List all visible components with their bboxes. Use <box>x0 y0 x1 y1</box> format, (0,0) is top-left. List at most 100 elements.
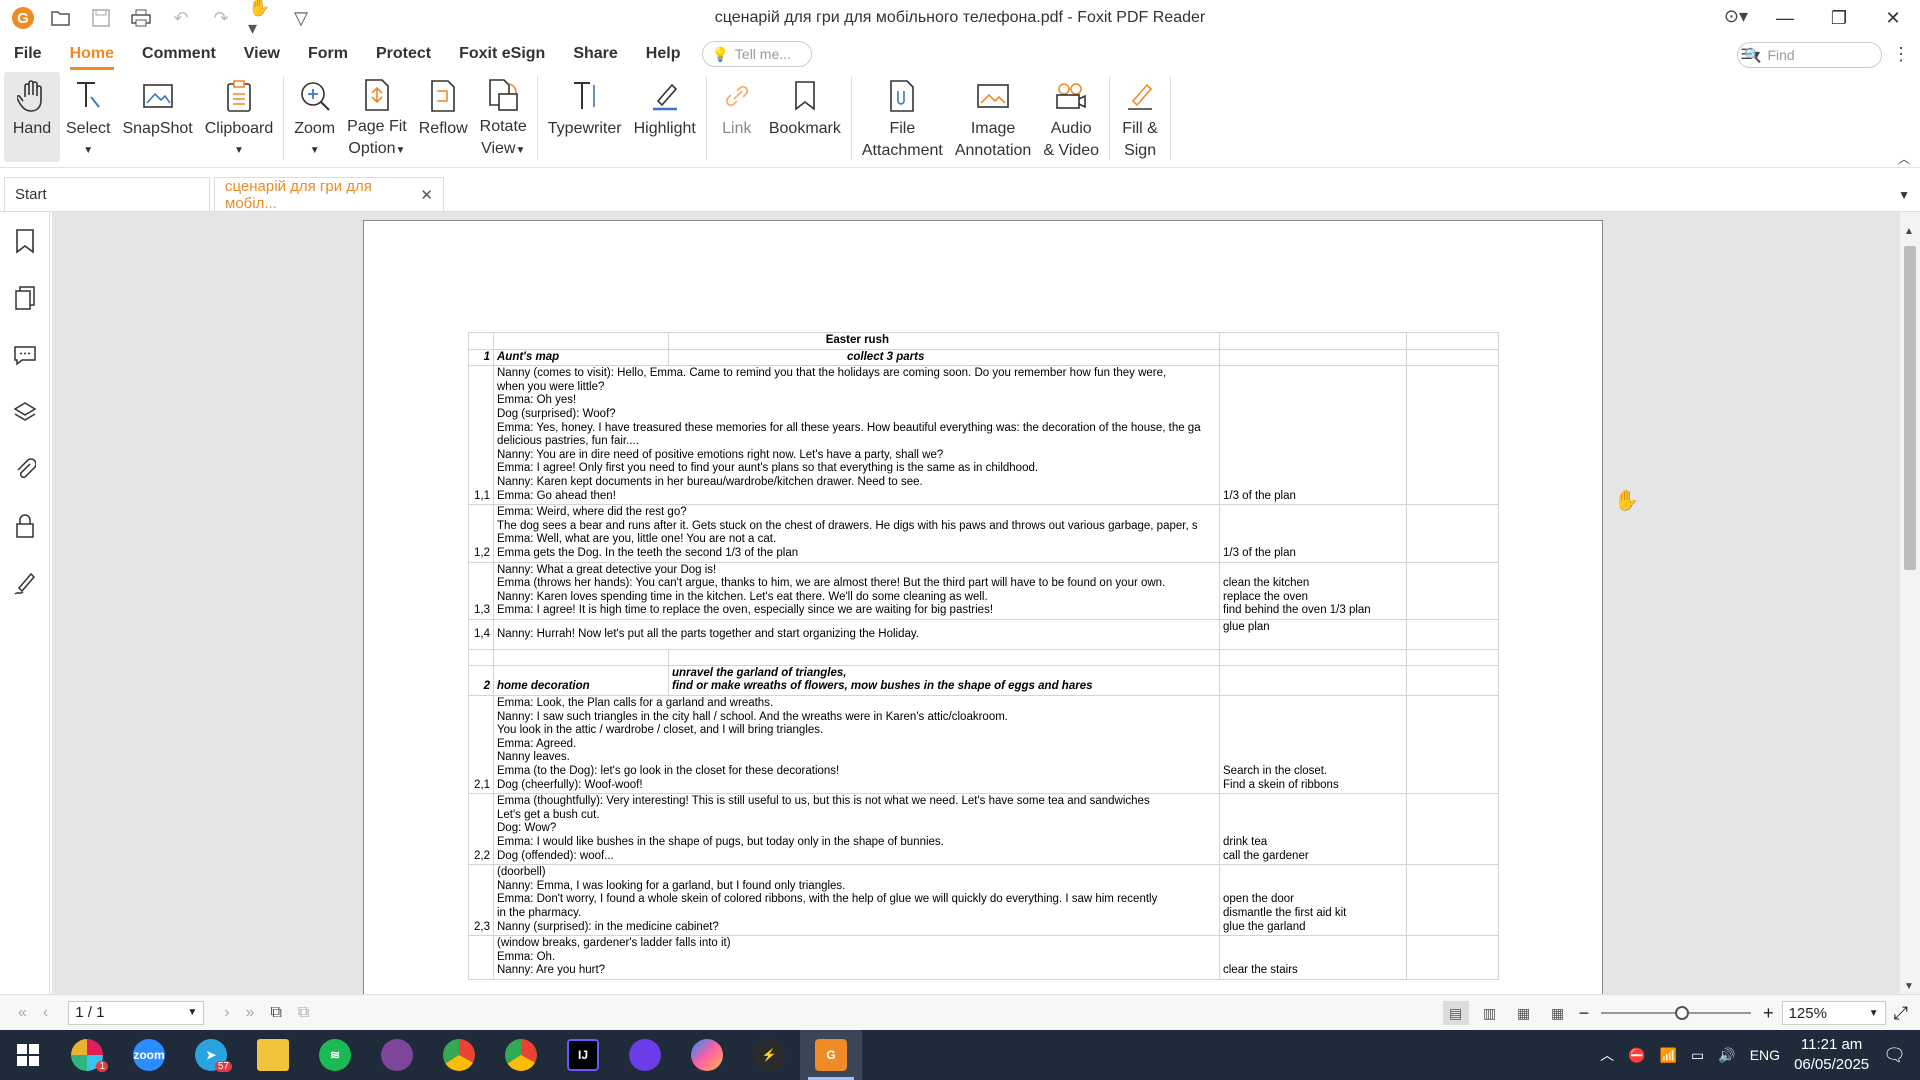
collapse-ribbon-icon[interactable]: ︿ <box>1898 150 1910 167</box>
fullscreen-icon[interactable]: ⤢ <box>1894 1003 1908 1024</box>
pages-panel-icon[interactable] <box>0 269 50 326</box>
undo-icon[interactable]: ↶ <box>168 5 194 31</box>
continuous-view-icon[interactable]: ▥ <box>1477 1001 1503 1025</box>
battery-icon[interactable]: ▭ <box>1691 1047 1704 1064</box>
audio-video-button[interactable]: Audio & Video <box>1037 72 1105 162</box>
bookmarks-panel-icon[interactable] <box>0 212 50 269</box>
scroll-down-icon[interactable]: ▼ <box>1904 981 1914 992</box>
menu-view[interactable]: View <box>230 36 294 72</box>
previous-page-icon[interactable]: ‹ <box>43 1004 48 1022</box>
menu-foxit-esign[interactable]: Foxit eSign <box>445 36 559 72</box>
zoom-slider[interactable] <box>1601 1006 1752 1020</box>
last-page-icon[interactable]: » <box>246 1004 255 1022</box>
zoom-level-select[interactable]: 125% ▼ <box>1781 1001 1886 1025</box>
scroll-up-icon[interactable]: ▲ <box>1904 226 1914 237</box>
more-options-icon[interactable]: ⋮ <box>1892 44 1910 65</box>
select-tool-button[interactable]: Select ▼ <box>60 72 116 162</box>
zoom-out-icon[interactable]: − <box>1579 1003 1590 1024</box>
input-language[interactable]: ENG <box>1750 1047 1780 1063</box>
purple-app-icon[interactable] <box>614 1030 676 1080</box>
hand-tool-dropdown-icon[interactable]: ✋▾ <box>248 0 274 38</box>
foxit-logo-icon[interactable]: G <box>12 7 34 29</box>
chrome-icon[interactable] <box>428 1030 490 1080</box>
zoom-slider-knob[interactable] <box>1675 1006 1690 1020</box>
bookmark-button[interactable]: Bookmark <box>763 72 847 162</box>
minimize-icon[interactable]: — <box>1758 0 1812 36</box>
clipboard-dropdown-icon[interactable]: ▼ <box>234 140 244 162</box>
menu-file[interactable]: File <box>0 36 56 72</box>
clock[interactable]: 11:21 am 06/05/2025 <box>1794 1035 1869 1075</box>
copy-page-icon[interactable]: ⧉ <box>270 1004 281 1022</box>
attachments-panel-icon[interactable] <box>0 440 50 497</box>
open-folder-icon[interactable] <box>48 5 74 31</box>
zoom-app-icon[interactable]: zoom <box>118 1030 180 1080</box>
page-fit-option-button[interactable]: Page Fit Option▼ <box>341 72 413 162</box>
winamp-icon[interactable]: ⚡ <box>738 1030 800 1080</box>
file-explorer-icon[interactable] <box>242 1030 304 1080</box>
link-button[interactable]: Link <box>711 72 763 162</box>
highlight-button[interactable]: Highlight <box>628 72 702 162</box>
page-number-field[interactable]: 1 / 1 ▼ <box>68 1000 205 1025</box>
copilot-icon[interactable] <box>676 1030 738 1080</box>
telegram-icon[interactable]: ➤ 57 <box>180 1030 242 1080</box>
scrollbar-thumb[interactable] <box>1904 246 1916 570</box>
close-icon[interactable]: ✕ <box>1866 0 1920 36</box>
windows-start-icon[interactable] <box>0 1030 56 1080</box>
hand-tool-button[interactable]: Hand <box>4 72 60 162</box>
jetbrains-icon[interactable]: IJ <box>552 1030 614 1080</box>
tor-browser-icon[interactable] <box>366 1030 428 1080</box>
file-attachment-button[interactable]: File Attachment <box>856 72 949 162</box>
tell-me-input[interactable]: 💡 Tell me... <box>702 41 813 67</box>
redo-icon[interactable]: ↷ <box>208 5 234 31</box>
page-dropdown-icon[interactable]: ▼ <box>187 1007 197 1018</box>
rotate-view-button[interactable]: Rotate View▼ <box>474 72 533 162</box>
vertical-scrollbar[interactable]: ▲ ▼ <box>1900 212 1920 994</box>
menu-protect[interactable]: Protect <box>362 36 445 72</box>
volume-icon[interactable]: 🔊 <box>1718 1047 1735 1064</box>
continuous-facing-view-icon[interactable]: ▦ <box>1545 1001 1571 1025</box>
zoom-button[interactable]: Zoom ▼ <box>288 72 341 162</box>
first-page-icon[interactable]: « <box>18 1004 27 1022</box>
image-annotation-button[interactable]: Image Annotation <box>949 72 1038 162</box>
restore-icon[interactable]: ❐ <box>1812 0 1866 36</box>
chrome-profile-icon[interactable] <box>490 1030 552 1080</box>
find-input[interactable]: 🔍 Find <box>1737 42 1882 68</box>
print-icon[interactable] <box>128 5 154 31</box>
menu-help[interactable]: Help <box>632 36 695 72</box>
zoom-in-icon[interactable]: + <box>1763 1003 1774 1024</box>
screen-capture-icon[interactable]: ⧉ <box>298 1004 309 1022</box>
network-off-icon[interactable]: ⛔ <box>1628 1047 1645 1064</box>
select-dropdown-icon[interactable]: ▼ <box>83 140 93 162</box>
zoom-dropdown-icon[interactable]: ▼ <box>1869 1008 1879 1019</box>
typewriter-button[interactable]: Typewriter <box>542 72 628 162</box>
reflow-button[interactable]: Reflow <box>413 72 474 162</box>
facing-view-icon[interactable]: ▦ <box>1511 1001 1537 1025</box>
account-icon[interactable]: ⊙▾ <box>1724 6 1748 27</box>
slack-icon[interactable]: 1 <box>56 1030 118 1080</box>
single-page-view-icon[interactable]: ▤ <box>1442 1001 1469 1025</box>
menu-form[interactable]: Form <box>294 36 362 72</box>
save-icon[interactable] <box>88 5 114 31</box>
menu-share[interactable]: Share <box>559 36 631 72</box>
snapshot-button[interactable]: SnapShot <box>116 72 198 162</box>
tab-list-dropdown-icon[interactable]: ▼ <box>1898 188 1910 202</box>
customize-toolbar-icon[interactable]: ▽ <box>288 5 314 31</box>
show-hidden-icons-icon[interactable]: ︿ <box>1600 1045 1614 1065</box>
menu-home[interactable]: Home <box>56 36 128 72</box>
document-viewer[interactable]: Easter rush 1 Aunt's map collect 3 parts… <box>52 212 1900 994</box>
tab-start[interactable]: Start <box>4 177 210 211</box>
menu-comment[interactable]: Comment <box>128 36 230 72</box>
spotify-icon[interactable]: ≋ <box>304 1030 366 1080</box>
clipboard-button[interactable]: Clipboard ▼ <box>199 72 279 162</box>
close-tab-icon[interactable]: ✕ <box>420 186 433 204</box>
next-page-icon[interactable]: › <box>224 1004 229 1022</box>
signature-panel-icon[interactable] <box>0 554 50 611</box>
wifi-icon[interactable]: 📶 <box>1660 1047 1677 1064</box>
layers-panel-icon[interactable] <box>0 383 50 440</box>
comments-panel-icon[interactable] <box>0 326 50 383</box>
zoom-dropdown-icon[interactable]: ▼ <box>310 140 320 162</box>
foxit-reader-taskbar-icon[interactable]: G <box>800 1030 862 1080</box>
tab-document[interactable]: сценарій для гри для мобіл... ✕ <box>214 177 444 212</box>
notifications-icon[interactable]: 🗨 <box>1883 1045 1906 1066</box>
fill-sign-button[interactable]: Fill & Sign <box>1114 72 1166 162</box>
